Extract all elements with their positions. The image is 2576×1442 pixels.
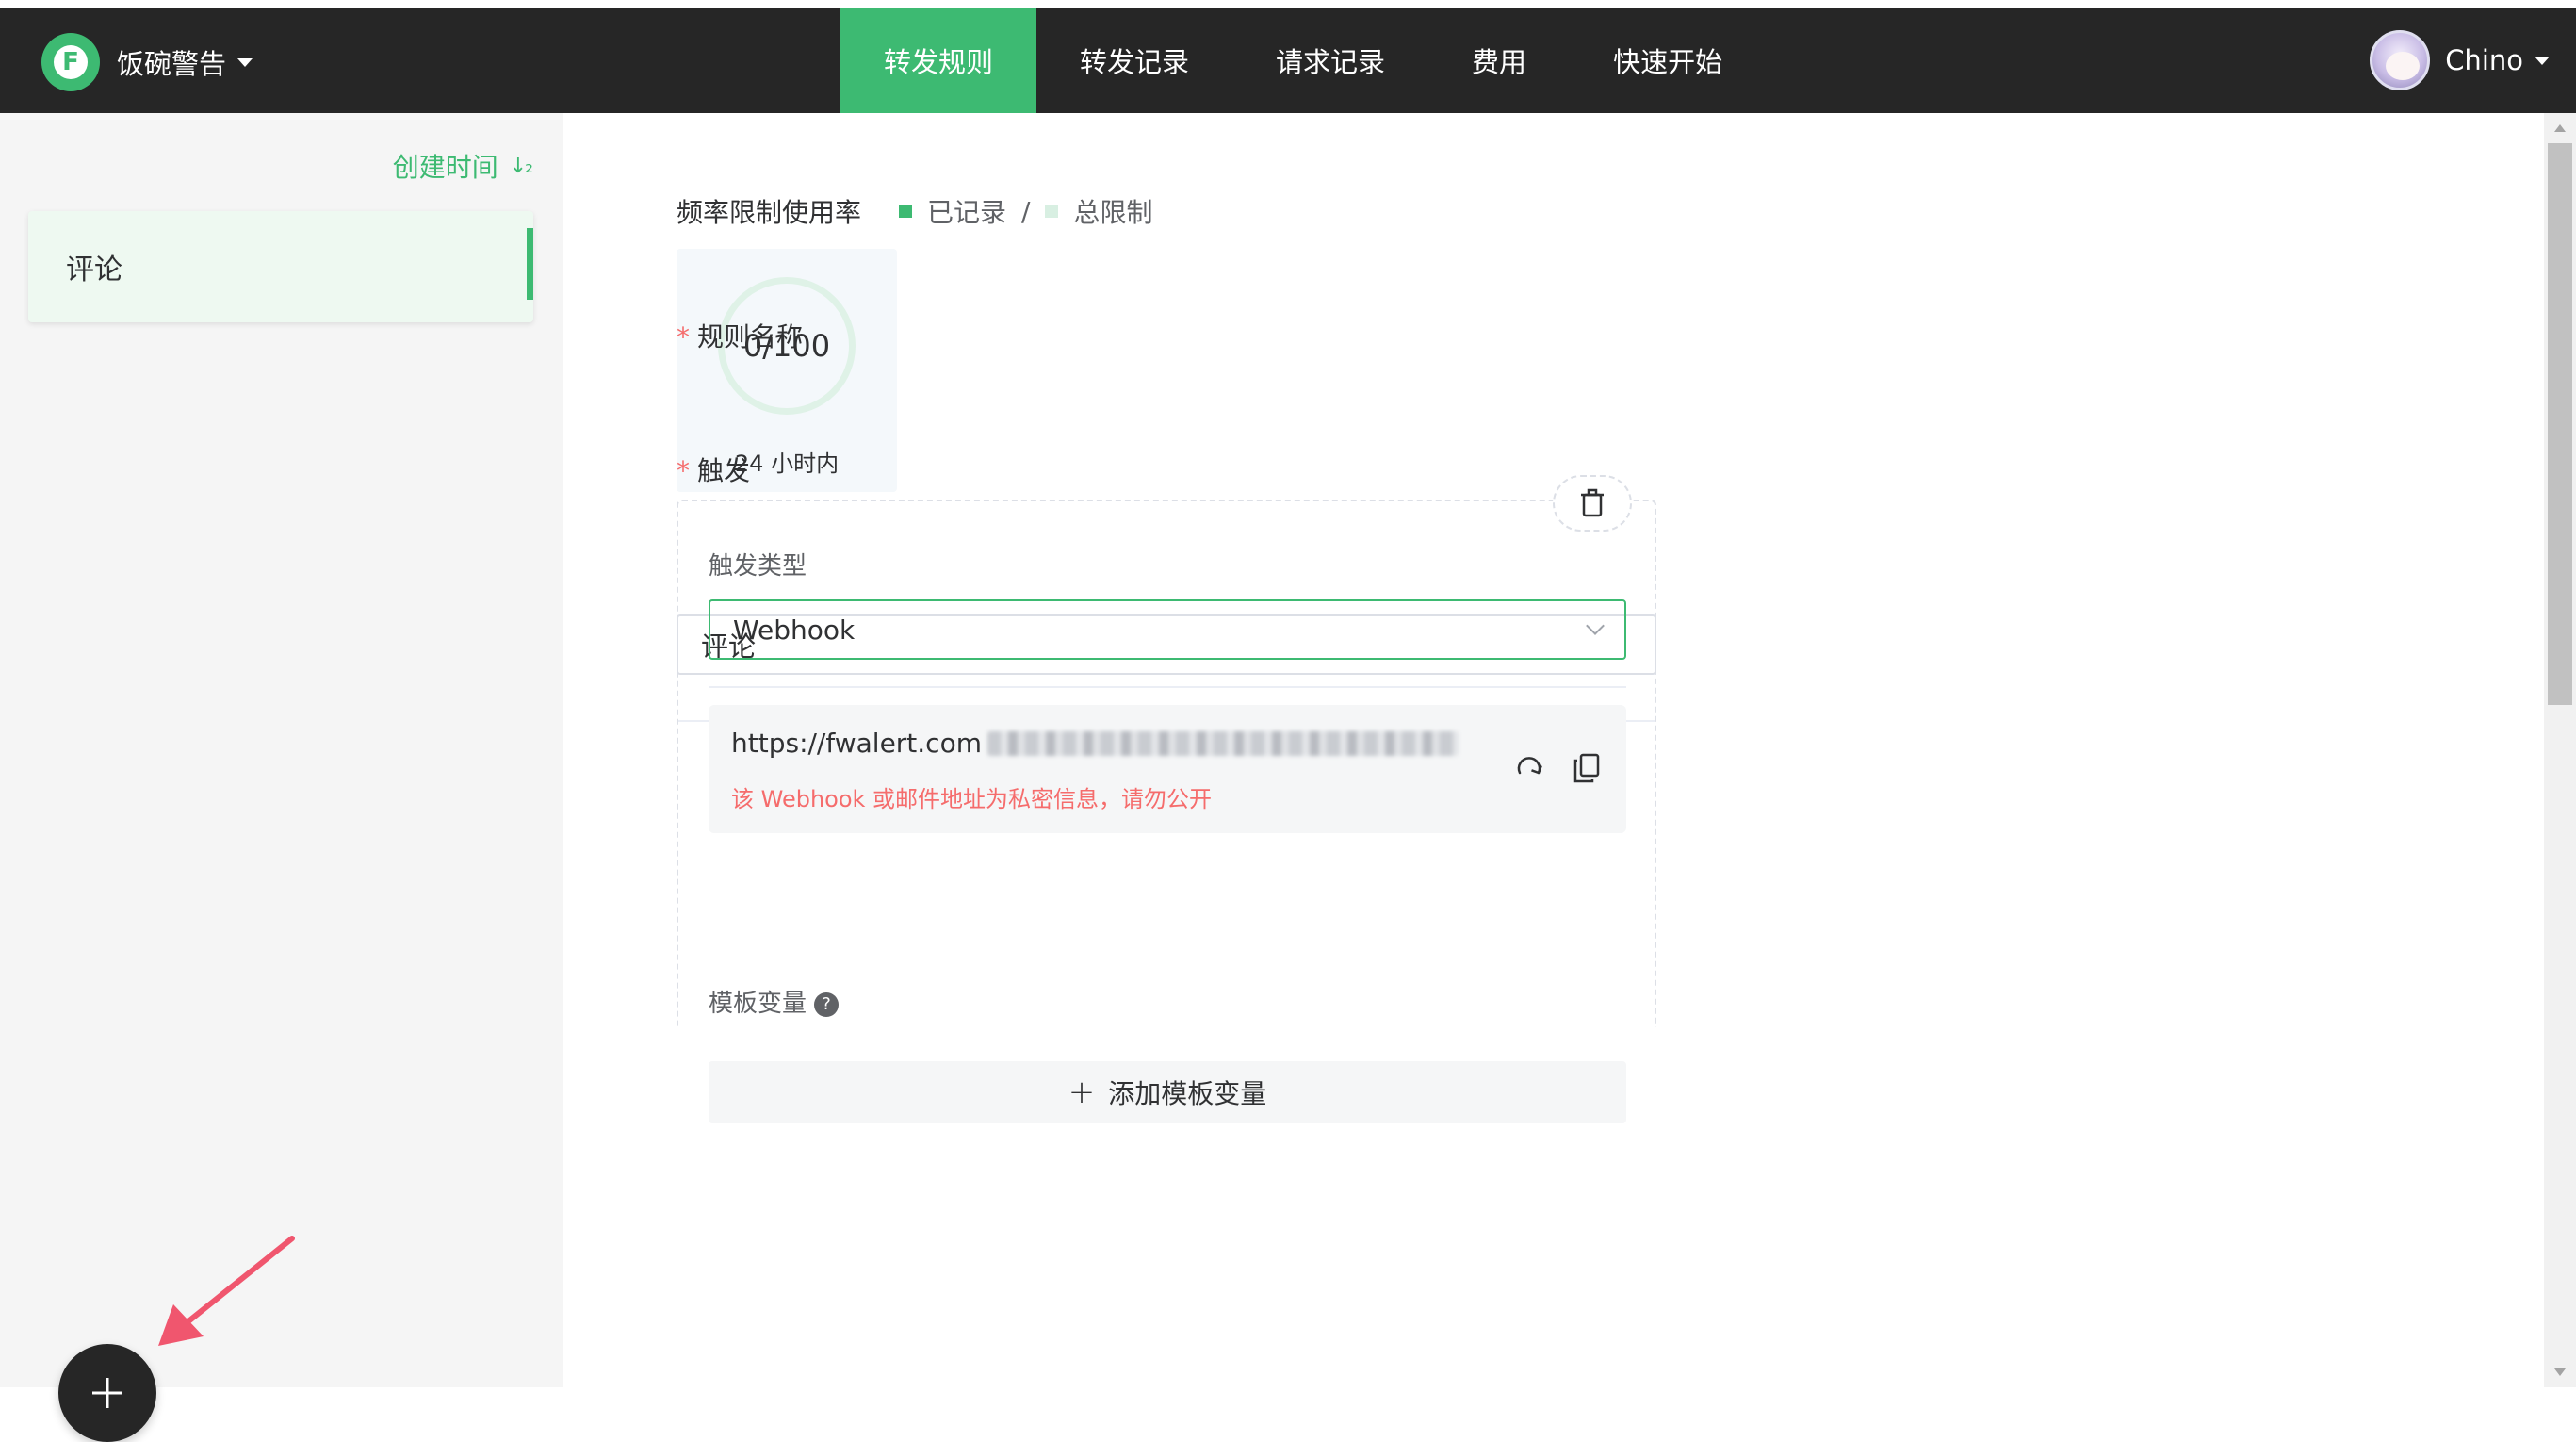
trigger-type-value: Webhook: [733, 614, 856, 646]
rate-limit-title: 频率限制使用率: [677, 197, 862, 228]
rule-name-label-text: 规则名称: [697, 321, 804, 352]
trash-icon: [1581, 488, 1604, 517]
brand-logo: F: [41, 33, 100, 91]
add-template-var-label: 添加模板变量: [1108, 1078, 1267, 1109]
delete-trigger-button[interactable]: [1553, 475, 1632, 532]
trigger-type-select[interactable]: Webhook: [709, 599, 1626, 660]
help-icon[interactable]: ?: [814, 991, 840, 1017]
rule-editor: 频率限制使用率 已记录 / 总限制 0/100 24 小时内 * 规则名称 评论 …: [563, 113, 2544, 1387]
template-vars-label-text: 模板变量: [709, 990, 807, 1018]
refresh-icon[interactable]: [1513, 752, 1545, 784]
sort-label: 创建时间: [392, 152, 498, 183]
rule-name-label: * 规则名称: [677, 317, 803, 354]
plus-icon: [92, 1378, 122, 1408]
add-template-var-button[interactable]: + 添加模板变量: [709, 1061, 1626, 1123]
caret-down-icon: [237, 57, 253, 67]
sort-by-created-time[interactable]: 创建时间 ↓₂: [392, 147, 533, 185]
trigger-label-text: 触发: [697, 455, 751, 486]
main-nav: 转发规则 转发记录 请求记录 费用 快速开始: [840, 8, 1766, 113]
legend-recorded: 已记录: [927, 197, 1007, 228]
sort-ascending-icon: ↓₂: [509, 154, 533, 178]
user-name: Chino: [2445, 44, 2523, 76]
legend-separator: /: [1021, 195, 1031, 227]
user-menu[interactable]: Chino: [2370, 30, 2550, 90]
inner-divider: [709, 686, 1626, 688]
top-navbar: F 饭碗警告 转发规则 转发记录 请求记录 费用 快速开始 Chino: [0, 8, 2576, 113]
rate-limit-legend: 已记录 / 总限制: [899, 192, 1152, 230]
trigger-label: * 触发: [677, 451, 750, 488]
legend-total-swatch: [1045, 205, 1059, 218]
scroll-up-arrow-icon[interactable]: [2554, 124, 2566, 132]
trigger-card: 触发类型 Webhook https://fwalert.com 该 Webho…: [677, 475, 1656, 1123]
trigger-type-label: 触发类型: [709, 552, 807, 581]
brand-name: 饭碗警告: [117, 48, 227, 80]
legend-total: 总限制: [1073, 197, 1153, 228]
legend-recorded-swatch: [899, 205, 913, 218]
rule-list-item[interactable]: 评论: [28, 211, 533, 322]
chevron-down-icon: [1586, 616, 1605, 635]
copy-icon[interactable]: [1572, 752, 1602, 784]
rule-sidebar: 创建时间 ↓₂ 评论: [0, 113, 563, 1442]
nav-quick-start[interactable]: 快速开始: [1570, 8, 1766, 113]
nav-forward-rules[interactable]: 转发规则: [840, 8, 1037, 113]
webhook-url-prefix: https://fwalert.com: [731, 728, 982, 759]
caret-down-icon: [2535, 56, 2550, 65]
webhook-warning: 该 Webhook 或邮件地址为私密信息，请勿公开: [731, 786, 1213, 812]
webhook-url-box: https://fwalert.com 该 Webhook 或邮件地址为私密信息…: [709, 705, 1626, 833]
webhook-url-redacted: [987, 730, 1459, 756]
workspace-switcher[interactable]: F 饭碗警告: [41, 33, 253, 91]
page-scrollbar[interactable]: [2544, 113, 2576, 1387]
template-vars-label: 模板变量?: [709, 984, 840, 1019]
webhook-url: https://fwalert.com: [731, 728, 1459, 759]
plus-icon: +: [1068, 1073, 1096, 1111]
rate-limit-header: 频率限制使用率 已记录 / 总限制: [677, 192, 1152, 230]
avatar: [2370, 30, 2431, 90]
required-mark: *: [677, 455, 690, 486]
scroll-down-arrow-icon[interactable]: [2554, 1368, 2566, 1376]
required-mark: *: [677, 321, 690, 352]
nav-request-records[interactable]: 请求记录: [1232, 8, 1428, 113]
nav-billing[interactable]: 费用: [1428, 8, 1570, 113]
nav-forward-records[interactable]: 转发记录: [1036, 8, 1232, 113]
webhook-actions: [1513, 752, 1602, 784]
scroll-thumb[interactable]: [2548, 143, 2572, 705]
annotation-arrow-icon: [158, 1236, 295, 1346]
add-rule-button[interactable]: [58, 1344, 156, 1442]
rule-list-item-label: 评论: [66, 254, 122, 287]
brand-logo-letter: F: [54, 45, 88, 79]
